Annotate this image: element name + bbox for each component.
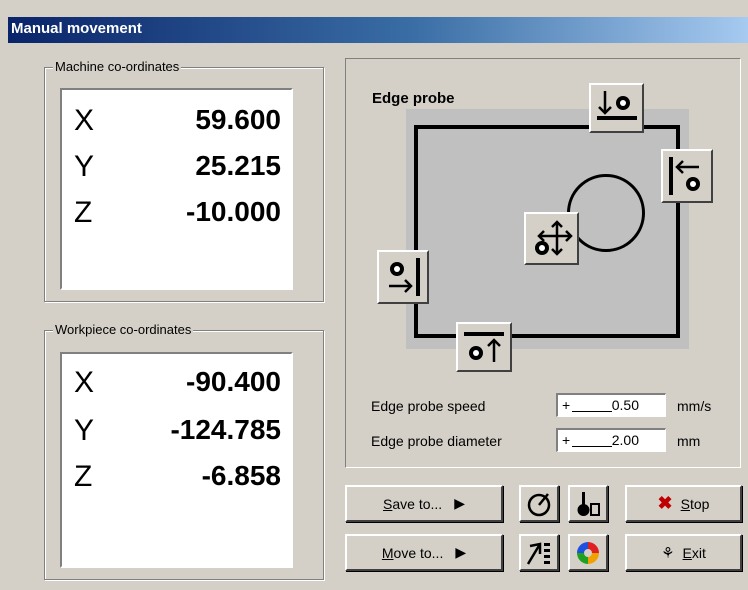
edge-probe-diameter-unit: mm — [677, 433, 701, 449]
exit-button[interactable]: ⚘ Exit — [625, 534, 742, 571]
probe-right-button[interactable] — [661, 149, 713, 203]
workpiece-coordinates-label: Workpiece co-ordinates — [53, 322, 194, 337]
exit-icon: ⚘ — [661, 544, 675, 562]
list-icon — [526, 541, 550, 565]
machine-coordinates-label: Machine co-ordinates — [53, 59, 182, 74]
workpiece-z-axis: Z — [74, 460, 93, 493]
machine-z-axis: Z — [74, 196, 93, 229]
save-to-label: Save to... — [383, 495, 443, 512]
move-to-button[interactable]: Move to... ▶ — [345, 534, 503, 571]
exit-label: Exit — [682, 544, 706, 561]
edge-probe-diameter-underline — [572, 446, 612, 447]
edge-probe-diameter-sign: + — [562, 432, 571, 448]
probe-down-icon — [596, 91, 637, 120]
machine-x-axis: X — [74, 104, 95, 137]
gauge-button[interactable] — [519, 485, 559, 522]
machine-x-row: X 59.600 — [62, 104, 291, 144]
color-wheel-icon — [577, 541, 599, 564]
red-x-icon: ✖ — [657, 493, 673, 513]
save-to-button[interactable]: Save to... ▶ — [345, 485, 503, 522]
edge-probe-speed-underline — [572, 411, 612, 412]
workpiece-z-value: -6.858 — [201, 460, 281, 491]
probe-left-button[interactable] — [377, 250, 429, 304]
edge-probe-speed-unit: mm/s — [677, 398, 712, 414]
workpiece-x-value: -90.400 — [186, 366, 281, 397]
probe-up-icon — [464, 332, 504, 362]
edge-probe-diameter-input[interactable]: + 2.00 — [556, 428, 666, 452]
machine-x-value: 59.600 — [195, 104, 281, 135]
probe-center-button[interactable] — [524, 212, 579, 265]
edge-probe-diameter-value: 2.00 — [611, 432, 639, 448]
edge-probe-title: Edge probe — [372, 90, 455, 107]
title-bar-gradient: Manual movement — [8, 17, 748, 43]
machine-coordinates-display: X 59.600 Y 25.215 Z -10.000 — [60, 88, 293, 290]
title-bar: Manual movement — [0, 0, 748, 46]
machine-y-axis: Y — [74, 150, 95, 183]
machine-z-value: -10.000 — [186, 196, 281, 227]
stop-label: Stop — [680, 495, 710, 512]
gauge-icon — [527, 492, 551, 516]
probe-center-icon — [534, 219, 573, 256]
workpiece-y-axis: Y — [74, 414, 95, 447]
probe-right-icon — [389, 258, 420, 296]
workpiece-y-value: -124.785 — [170, 414, 281, 445]
workpiece-coordinates-display: X -90.400 Y -124.785 Z -6.858 — [60, 352, 293, 568]
probe-left-icon — [669, 157, 700, 195]
edge-probe-speed-sign: + — [562, 397, 571, 413]
edge-probe-speed-label: Edge probe speed — [371, 398, 486, 414]
stop-button[interactable]: ✖ Stop — [625, 485, 742, 522]
color-wheel-button[interactable] — [568, 534, 608, 571]
tool-length-icon — [577, 491, 600, 516]
move-to-label: Move to... — [381, 544, 444, 561]
edge-probe-speed-input[interactable]: + 0.50 — [556, 393, 666, 417]
tool-length-button[interactable] — [568, 485, 608, 522]
machine-z-row: Z -10.000 — [62, 196, 291, 236]
workpiece-y-row: Y -124.785 — [62, 414, 291, 454]
probe-top-button[interactable] — [589, 83, 644, 133]
machine-y-row: Y 25.215 — [62, 150, 291, 190]
edge-probe-diameter-label: Edge probe diameter — [371, 433, 502, 449]
probe-bottom-button[interactable] — [456, 322, 512, 372]
workpiece-x-axis: X — [74, 366, 95, 399]
list-button[interactable] — [519, 534, 559, 571]
triangle-right-icon: ▶ — [454, 495, 465, 511]
workpiece-z-row: Z -6.858 — [62, 460, 291, 500]
edge-probe-speed-value: 0.50 — [611, 397, 639, 413]
window-title: Manual movement — [11, 20, 142, 37]
triangle-right-icon: ▶ — [455, 544, 467, 560]
machine-y-value: 25.215 — [195, 150, 281, 181]
workpiece-x-row: X -90.400 — [62, 366, 291, 406]
